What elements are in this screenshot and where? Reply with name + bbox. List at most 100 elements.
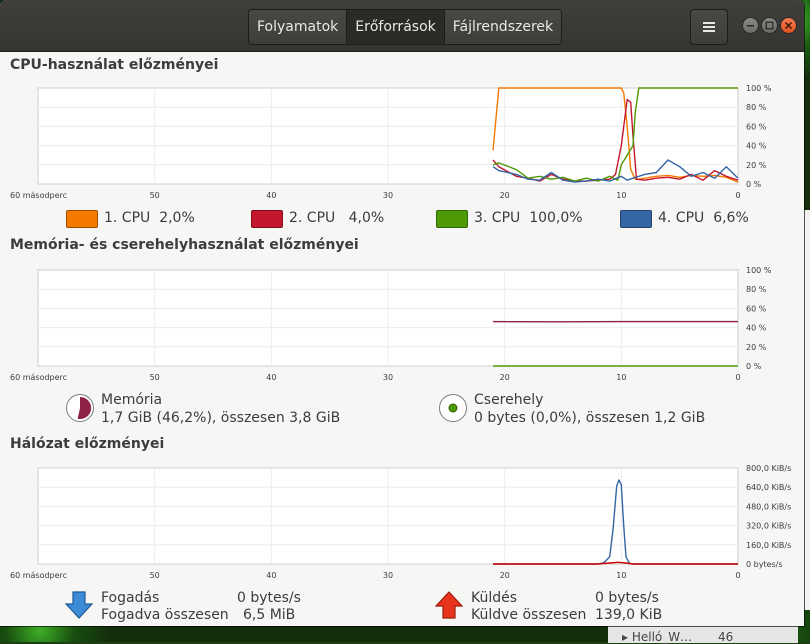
minimize-icon <box>746 21 755 30</box>
x-tick-label: 50 <box>150 571 160 580</box>
cpu4-value: 6,6% <box>713 210 749 226</box>
cpu2-value: 4,0% <box>349 210 385 226</box>
memory-chart-svg: 100 % 80 % 60 % 40 % 20 % 0 % 60 másodperc 50 40… <box>0 264 804 384</box>
cpu2-legend-item: 2. CPU 4,0% <box>289 210 384 226</box>
upload-arrow-icon[interactable] <box>433 589 465 621</box>
cpu3-legend-item: 3. CPU 100,0% <box>474 210 583 226</box>
y-tick-label: 800,0 KiB/s <box>746 464 791 473</box>
cpu-history-title: CPU-használat előzményei <box>10 57 218 73</box>
receive-total-label: Fogadva összesen <box>101 607 229 624</box>
receive-info: Fogadás Fogadva összesen <box>101 590 229 624</box>
x-tick-label: 0 <box>735 373 740 382</box>
x-tick-label: 30 <box>383 373 393 382</box>
x-axis-start-label: 60 másodperc <box>10 191 67 200</box>
receive-values: 0 bytes/s 6,5 MiB <box>237 590 301 624</box>
y-tick-label: 0 % <box>746 180 762 189</box>
y-tick-label: 480,0 KiB/s <box>746 502 791 511</box>
tab-filesystems[interactable]: Fájlrendszerek <box>445 10 561 44</box>
memory-history-chart: 100 % 80 % 60 % 40 % 20 % 0 % 60 másodperc 50 40… <box>0 264 804 384</box>
tab-resources[interactable]: Erőforrások <box>347 10 444 44</box>
x-tick-label: 20 <box>500 571 510 580</box>
background-taskbar: ▸ Helló_W…46 <box>608 626 798 643</box>
close-button[interactable] <box>780 17 797 34</box>
x-tick-label: 10 <box>616 571 626 580</box>
header-bar: Folyamatok Erőforrások Fájlrendszerek <box>0 0 804 52</box>
y-tick-label: 80 % <box>746 103 767 112</box>
receive-value: 0 bytes/s <box>237 590 301 607</box>
x-tick-label: 0 <box>735 191 740 200</box>
close-icon <box>784 21 793 30</box>
x-tick-label: 30 <box>383 191 393 200</box>
cpu1-legend-item: 1. CPU 2,0% <box>104 210 195 226</box>
x-tick-label: 20 <box>500 373 510 382</box>
download-arrow-icon[interactable] <box>63 589 95 621</box>
cpu-history-chart: 100 % 80 % 60 % 40 % 20 % 0 % 60 másodperc 50 40… <box>0 82 804 202</box>
swap-value: 0 bytes (0,0%), összesen 1,2 GiB <box>474 409 705 427</box>
x-tick-label: 50 <box>150 373 160 382</box>
memory-label: Memória <box>101 391 340 409</box>
system-monitor-window: Folyamatok Erőforrások Fájlrendszerek CP… <box>0 0 804 626</box>
cpu4-legend-item: 4. CPU 6,6% <box>658 210 749 226</box>
x-tick-label: 40 <box>266 373 276 382</box>
y-tick-label: 100 % <box>746 266 772 275</box>
swap-pie-icon[interactable] <box>438 393 468 423</box>
network-chart-svg: 800,0 KiB/s 640,0 KiB/s 480,0 KiB/s 320,0 K… <box>0 462 804 582</box>
y-tick-label: 0 % <box>746 362 762 371</box>
y-tick-label: 20 % <box>746 161 767 170</box>
x-tick-label: 30 <box>383 571 393 580</box>
cpu3-value: 100,0% <box>529 210 582 226</box>
receive-label: Fogadás <box>101 590 229 607</box>
minimize-button[interactable] <box>742 17 759 34</box>
maximize-icon <box>765 21 774 30</box>
cpu1-label: 1. CPU <box>104 210 150 226</box>
send-label: Küldés <box>471 590 586 607</box>
y-tick-label: 40 % <box>746 142 767 151</box>
x-axis-start-label: 60 másodperc <box>10 373 67 382</box>
cpu3-color-swatch[interactable] <box>436 210 468 228</box>
x-tick-label: 0 <box>735 571 740 580</box>
swap-info: Cserehely 0 bytes (0,0%), összesen 1,2 G… <box>474 391 705 427</box>
network-history-title: Hálózat előzményei <box>10 436 164 452</box>
cpu2-color-swatch[interactable] <box>251 210 283 228</box>
maximize-button[interactable] <box>761 17 778 34</box>
network-history-chart: 800,0 KiB/s 640,0 KiB/s 480,0 KiB/s 320,0 K… <box>0 462 804 582</box>
y-tick-label: 80 % <box>746 285 767 294</box>
y-tick-label: 640,0 KiB/s <box>746 483 791 492</box>
menu-button[interactable] <box>690 9 728 45</box>
x-tick-label: 40 <box>266 191 276 200</box>
y-tick-label: 160,0 KiB/s <box>746 541 791 550</box>
cpu-chart-svg: 100 % 80 % 60 % 40 % 20 % 0 % 60 másodperc 50 40… <box>0 82 804 202</box>
x-tick-label: 50 <box>150 191 160 200</box>
memory-info: Memória 1,7 GiB (46,2%), összesen 3,8 Gi… <box>101 391 340 427</box>
x-axis-start-label: 60 másodperc <box>10 571 67 580</box>
x-tick-label: 40 <box>266 571 276 580</box>
send-total-label: Küldve összesen <box>471 607 586 624</box>
memory-pie-icon[interactable] <box>65 393 95 423</box>
y-tick-label: 20 % <box>746 343 767 352</box>
y-tick-label: 100 % <box>746 84 772 93</box>
send-total-value: 139,0 KiB <box>595 607 662 624</box>
cpu4-color-swatch[interactable] <box>620 210 652 228</box>
y-tick-label: 40 % <box>746 324 767 333</box>
x-tick-label: 20 <box>500 191 510 200</box>
y-tick-label: 320,0 KiB/s <box>746 522 791 531</box>
tab-processes[interactable]: Folyamatok <box>249 10 347 44</box>
x-tick-label: 10 <box>616 191 626 200</box>
swap-label: Cserehely <box>474 391 705 409</box>
x-tick-label: 10 <box>616 373 626 382</box>
cpu1-color-swatch[interactable] <box>66 210 98 228</box>
cpu3-label: 3. CPU <box>474 210 520 226</box>
y-tick-label: 60 % <box>746 304 767 313</box>
background-window <box>804 210 810 610</box>
receive-total-value: 6,5 MiB <box>237 607 301 624</box>
memory-value: 1,7 GiB (46,2%), összesen 3,8 GiB <box>101 409 340 427</box>
send-values: 0 bytes/s 139,0 KiB <box>595 590 662 624</box>
send-info: Küldés Küldve összesen <box>471 590 586 624</box>
memory-history-title: Memória- és cserehelyhasználat előzménye… <box>10 237 359 253</box>
y-tick-label: 0 bytes/s <box>746 560 783 569</box>
view-switcher: Folyamatok Erőforrások Fájlrendszerek <box>248 9 562 45</box>
cpu4-label: 4. CPU <box>658 210 704 226</box>
cpu2-label: 2. CPU <box>289 210 335 226</box>
cpu1-value: 2,0% <box>159 210 195 226</box>
y-tick-label: 60 % <box>746 122 767 131</box>
